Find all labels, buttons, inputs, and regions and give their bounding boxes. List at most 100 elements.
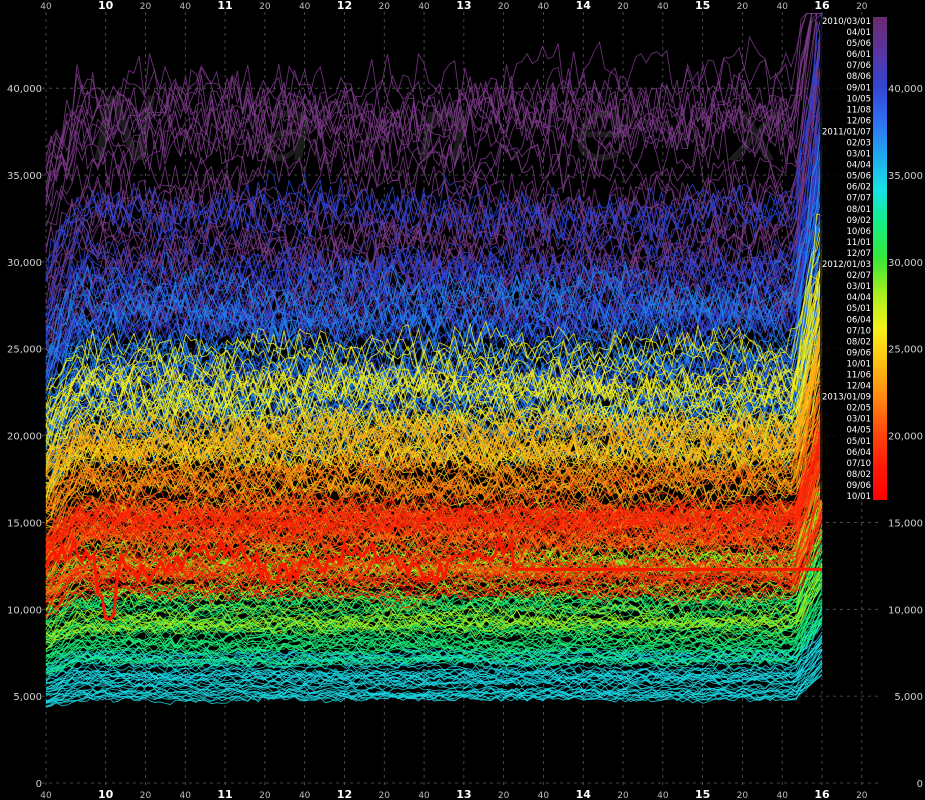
x-tick-label-bottom: 40 (776, 791, 788, 800)
legend-date-label: 06/01 (847, 50, 872, 60)
x-tick-label-top: 40 (538, 2, 550, 12)
x-tick-label-top: 20 (259, 2, 271, 12)
x-tick-label-bottom: 20 (856, 791, 868, 800)
x-tick-label-top: 16 (814, 0, 830, 12)
y-tick-label-right: 0 (917, 779, 923, 790)
legend-date-label: 2010/03/01 (822, 17, 871, 27)
x-tick-label-bottom: 10 (98, 788, 114, 800)
x-tick-label-bottom: 40 (418, 791, 430, 800)
y-tick-label-right: 25,000 (888, 345, 923, 356)
x-tick-label-top: 12 (337, 0, 352, 12)
legend-date-label: 11/06 (847, 370, 872, 380)
x-tick-label-bottom: 40 (180, 791, 192, 800)
legend-date-label: 04/04 (847, 293, 872, 303)
legend-date-label: 09/02 (847, 216, 872, 226)
y-tick-label-right: 35,000 (888, 171, 923, 182)
x-tick-label-top: 40 (776, 2, 788, 12)
legend-date-label: 10/01 (847, 359, 872, 369)
y-tick-label-left: 5,000 (13, 692, 42, 703)
legend-color-bar (873, 17, 887, 500)
legend-date-label: 09/06 (847, 481, 872, 491)
x-tick-label-top: 15 (695, 0, 710, 12)
legend-date-label: 03/01 (847, 282, 872, 292)
y-tick-label-left: 15,000 (7, 518, 42, 529)
x-tick-label-bottom: 40 (299, 791, 311, 800)
legend-date-label: 02/03 (847, 139, 872, 149)
x-tick-label-bottom: 20 (498, 791, 510, 800)
y-tick-label-right: 40,000 (888, 84, 923, 95)
x-tick-label-bottom: 20 (259, 791, 271, 800)
y-tick-label-right: 5,000 (894, 692, 923, 703)
x-tick-label-top: 40 (299, 2, 311, 12)
y-tick-label-left: 20,000 (7, 432, 42, 443)
legend-date-label: 10/05 (847, 94, 872, 104)
legend-date-label: 11/08 (847, 105, 872, 115)
x-tick-label-top: 20 (379, 2, 391, 12)
legend-date-label: 2013/01/09 (822, 393, 871, 403)
x-tick-label-top: 11 (217, 0, 232, 12)
legend-date-label: 12/06 (847, 116, 872, 126)
x-tick-label-top: 40 (657, 2, 669, 12)
y-tick-label-left: 40,000 (7, 84, 42, 95)
legend-date-label: 03/01 (847, 150, 872, 160)
legend-date-label: 02/07 (847, 271, 872, 281)
x-tick-label-bottom: 20 (379, 791, 391, 800)
x-tick-label-bottom: 14 (576, 788, 592, 800)
x-tick-label-top: 10 (98, 0, 114, 12)
legend-date-label: 10/06 (847, 227, 872, 237)
y-tick-label-left: 10,000 (7, 605, 42, 616)
legend-date-label: 09/01 (847, 83, 872, 93)
legend-date-label: 05/06 (847, 172, 872, 182)
x-tick-label-top: 20 (498, 2, 510, 12)
legend-date-label: 05/01 (847, 304, 872, 314)
x-tick-label-bottom: 20 (140, 791, 152, 800)
x-tick-label-top: 13 (456, 0, 471, 12)
legend-date-label: 04/01 (847, 28, 872, 38)
x-tick-label-top: 14 (576, 0, 592, 12)
legend-date-label: 12/07 (847, 249, 872, 259)
legend-date-label: 12/04 (847, 382, 872, 392)
x-tick-label-bottom: 40 (40, 791, 52, 800)
x-tick-label-top: 20 (737, 2, 749, 12)
x-tick-label-bottom: 11 (217, 788, 232, 800)
legend-date-label: 11/01 (847, 238, 872, 248)
date-legend: 2010/03/0104/0105/0606/0107/0608/0609/01… (820, 17, 887, 502)
y-tick-label-right: 30,000 (888, 258, 923, 269)
legend-date-label: 02/05 (847, 404, 872, 414)
y-tick-label-right: 10,000 (888, 605, 923, 616)
legend-date-label: 2012/01/03 (822, 260, 871, 270)
legend-date-label: 05/06 (847, 39, 872, 49)
y-tick-label-right: 20,000 (888, 432, 923, 443)
y-tick-label-left: 30,000 (7, 258, 42, 269)
x-tick-label-bottom: 40 (538, 791, 550, 800)
legend-date-label: 06/04 (847, 448, 872, 458)
legend-date-label: 08/01 (847, 205, 872, 215)
legend-date-label: 05/01 (847, 437, 872, 447)
legend-date-label: 03/01 (847, 415, 872, 425)
legend-date-label: 07/10 (847, 326, 872, 336)
legend-date-label: 09/06 (847, 348, 872, 358)
legend-date-label: 08/02 (847, 337, 872, 347)
legend-date-label: 06/04 (847, 315, 872, 325)
x-tick-label-top: 40 (40, 2, 52, 12)
x-tick-label-bottom: 16 (814, 788, 830, 800)
x-tick-label-top: 40 (180, 2, 192, 12)
x-tick-label-bottom: 13 (456, 788, 471, 800)
legend-date-label: 06/02 (847, 183, 872, 193)
x-tick-label-bottom: 15 (695, 788, 710, 800)
x-tick-label-top: 20 (140, 2, 152, 12)
legend-date-label: 08/06 (847, 72, 872, 82)
legend-date-label: 07/10 (847, 459, 872, 469)
y-tick-label-right: 15,000 (888, 518, 923, 529)
x-tick-label-bottom: 20 (617, 791, 629, 800)
volume-chart: Nanex 40 10 20 40 11 20 40 12 20 40 13 20 40 14 20 40 15… (0, 0, 925, 800)
y-tick-label-left: 0 (36, 779, 42, 790)
legend-date-label: 04/05 (847, 426, 872, 436)
x-tick-label-bottom: 40 (657, 791, 669, 800)
legend-date-label: 07/06 (847, 61, 872, 71)
legend-date-label: 04/04 (847, 161, 872, 171)
legend-date-label: 08/02 (847, 470, 872, 480)
legend-date-label: 10/01 (847, 492, 872, 502)
legend-date-label: 2011/01/07 (822, 127, 871, 137)
x-tick-label-top: 20 (617, 2, 629, 12)
